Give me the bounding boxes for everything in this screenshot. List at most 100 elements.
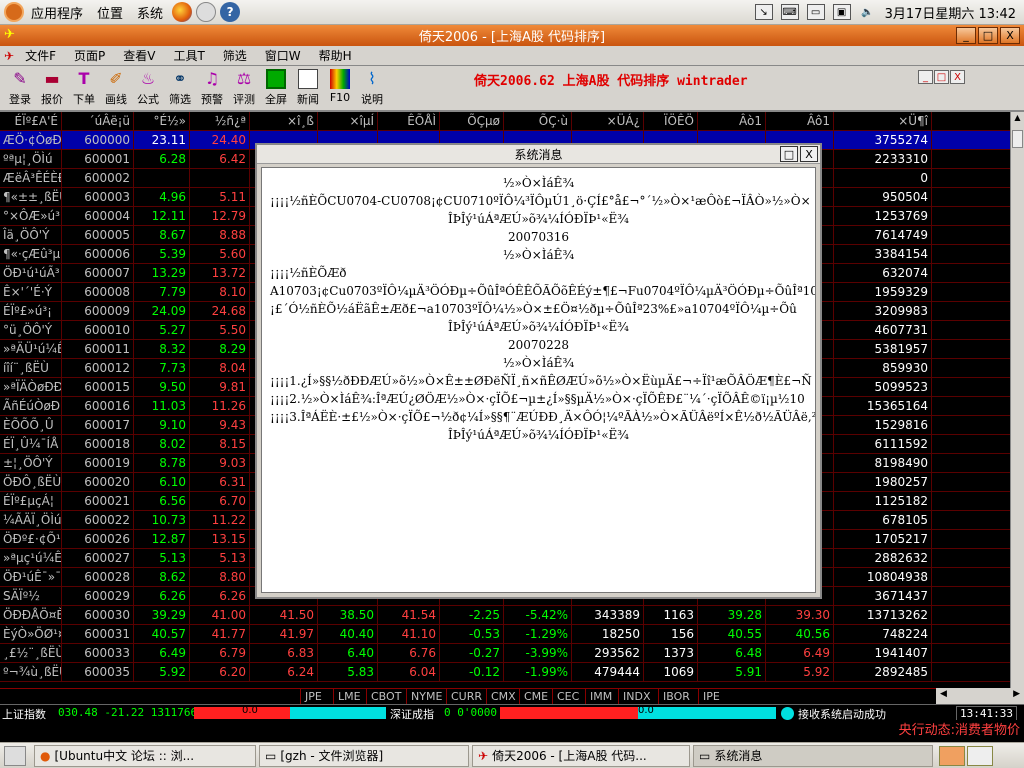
- mail-icon[interactable]: [196, 2, 217, 22]
- market-tab[interactable]: CMX: [486, 689, 520, 704]
- draw-line-button[interactable]: ✐ 画线: [100, 69, 132, 107]
- keyboard-icon[interactable]: ⌨: [780, 4, 799, 20]
- column-header[interactable]: ÊÕÅÌ: [378, 112, 440, 131]
- market-tab[interactable]: CEC: [552, 689, 583, 704]
- scroll-left-icon[interactable]: ◀: [940, 689, 947, 699]
- market-tab[interactable]: IPE: [698, 689, 724, 704]
- table-row[interactable]: º¬¾ù¸ßËÙ 600035 5.92 6.20 6.24 5.83 6.04 -0.12-…: [0, 663, 1010, 682]
- market-tab[interactable]: IBOR: [658, 689, 694, 704]
- market-tab[interactable]: IMM: [585, 689, 616, 704]
- market-tab[interactable]: CME: [519, 689, 552, 704]
- column-header[interactable]: ×îµÍ: [318, 112, 378, 131]
- column-header[interactable]: ×ÜÁ¿: [572, 112, 644, 131]
- column-header[interactable]: ÕÇµø: [440, 112, 504, 131]
- firefox-icon[interactable]: [172, 2, 193, 22]
- market-tab[interactable]: CURR: [446, 689, 486, 704]
- menu-applications[interactable]: 应用程序: [24, 3, 90, 22]
- column-header[interactable]: Âô1: [766, 112, 834, 131]
- vertical-scrollbar[interactable]: ▲: [1010, 112, 1024, 688]
- inner-maximize-button[interactable]: □: [934, 70, 949, 84]
- scroll-right-icon[interactable]: ▶: [1013, 689, 1020, 699]
- table-cell: 859930: [834, 359, 932, 378]
- market-tab[interactable]: CBOT: [366, 689, 405, 704]
- table-cell: 8.02: [134, 435, 190, 454]
- dialog-maximize-button[interactable]: □: [780, 146, 798, 162]
- volume-icon[interactable]: 🔈: [859, 4, 877, 20]
- menu-places[interactable]: 位置: [90, 3, 130, 22]
- task-system-message[interactable]: ▭ 系统消息: [693, 744, 933, 767]
- column-header[interactable]: ÉÏº£A'É: [0, 112, 62, 131]
- column-header[interactable]: ÏÖÊÖ: [644, 112, 698, 131]
- clock[interactable]: 3月17日星期六 13:42: [881, 3, 1024, 22]
- quote-button[interactable]: ▬ 报价: [36, 69, 68, 107]
- column-header[interactable]: °É½»: [134, 112, 190, 131]
- inner-minimize-button[interactable]: _: [918, 70, 933, 84]
- news-button[interactable]: 新闻: [292, 69, 324, 107]
- menu-help[interactable]: 帮助H: [310, 47, 361, 64]
- manual-button[interactable]: ⌇ 说明: [356, 69, 388, 107]
- menu-view[interactable]: 查看V: [114, 47, 164, 64]
- column-header[interactable]: ×Ü¶î: [834, 112, 932, 131]
- network-icon[interactable]: ↘: [754, 4, 773, 20]
- firefox-task-icon: ●: [40, 748, 51, 763]
- column-header[interactable]: ½ñ¿ª: [190, 112, 250, 131]
- ubuntu-logo-icon[interactable]: [4, 2, 24, 22]
- menu-file[interactable]: 文件F: [16, 47, 65, 64]
- alert-button[interactable]: ♫ 预警: [196, 69, 228, 107]
- table-cell: 40.56: [766, 625, 834, 644]
- printer-icon[interactable]: ▭: [806, 4, 825, 20]
- table-cell: 8.04: [190, 359, 250, 378]
- table-cell: 6.10: [134, 473, 190, 492]
- dialog-titlebar[interactable]: 系统消息 □ X: [257, 145, 820, 164]
- window-titlebar[interactable]: ✈ 倚天2006 - [上海A股 代码排序] _ □ X: [0, 25, 1024, 46]
- menu-filter[interactable]: 筛选: [214, 47, 256, 64]
- table-row[interactable]: ¸£½¨¸ßËÙ 600033 6.49 6.79 6.83 6.40 6.76 -0.27-…: [0, 644, 1010, 663]
- task-yitian[interactable]: ✈ 倚天2006 - [上海A股 代码...: [472, 744, 690, 767]
- horizontal-scrollbar[interactable]: ◀ ▶: [936, 688, 1024, 704]
- task-firefox[interactable]: ● [Ubuntu中文 论坛 :: 浏...: [34, 744, 256, 767]
- f10-button[interactable]: F10: [324, 69, 356, 104]
- formula-button[interactable]: ♨ 公式: [132, 69, 164, 107]
- market-tab[interactable]: JPE: [300, 689, 326, 704]
- task-file-browser[interactable]: ▭ [gzh - 文件浏览器]: [259, 744, 469, 767]
- table-cell: Îä¸ÖÔ'Ý: [0, 226, 62, 245]
- trash-icon[interactable]: [967, 745, 993, 766]
- fullscreen-button[interactable]: 全屏: [260, 69, 292, 107]
- dialog-message-body[interactable]: ½»Ò×ÌáÊ¾ ¡¡¡¡½ñÈÕCU0704-CU0708¡¢CU0710ºÏÔ…: [261, 167, 816, 593]
- table-row[interactable]: ÈýÒ»ÖØ¹¤ 600031 40.57 41.77 41.97 40.40 41.10-…: [0, 625, 1010, 644]
- show-desktop-icon[interactable]: [4, 745, 26, 766]
- scroll-up-icon[interactable]: ▲: [1012, 113, 1023, 127]
- order-button[interactable]: T 下单: [68, 69, 100, 107]
- column-header[interactable]: ×î¸ß: [250, 112, 318, 131]
- market-tab[interactable]: INDX: [618, 689, 654, 704]
- menu-window[interactable]: 窗口W: [256, 47, 310, 64]
- manual-icon: ⌇: [368, 69, 376, 88]
- workspace-switcher[interactable]: [939, 745, 965, 766]
- table-cell: -5.42%: [504, 606, 572, 625]
- login-button[interactable]: ✎ 登录: [4, 69, 36, 107]
- column-header[interactable]: ÕÇ·ù: [504, 112, 572, 131]
- scroll-thumb[interactable]: [1012, 130, 1023, 148]
- minimize-button[interactable]: _: [956, 27, 976, 44]
- dialog-line: ¡£´Ó½ñÈÕ½áËãÊ±Æð£¬a10703ºÏÔ¼½»Ò×±£Ö¤½ðµ÷…: [270, 302, 797, 316]
- login-icon: ✎: [13, 69, 27, 88]
- column-header[interactable]: Âò1: [698, 112, 766, 131]
- news-ticker[interactable]: 央行动态:消费者物价: [0, 720, 1024, 742]
- monitor-icon[interactable]: ▣: [832, 4, 851, 20]
- menu-system[interactable]: 系统: [130, 3, 170, 22]
- table-row[interactable]: ÖÐÐÅÖ¤È¯60003039.2941.0041.5038.5041.54-…: [0, 606, 1010, 625]
- table-cell: 6.49: [134, 644, 190, 663]
- inner-close-button[interactable]: X: [950, 70, 965, 84]
- evaluate-button[interactable]: ⚖ 评测: [228, 69, 260, 107]
- help-icon[interactable]: ?: [220, 2, 241, 22]
- menu-page[interactable]: 页面P: [65, 47, 114, 64]
- filter-button[interactable]: ⚭ 筛选: [164, 69, 196, 107]
- maximize-button[interactable]: □: [978, 27, 998, 44]
- dialog-close-button[interactable]: X: [800, 146, 818, 162]
- menu-tools[interactable]: 工具T: [164, 47, 213, 64]
- close-button[interactable]: X: [1000, 27, 1020, 44]
- market-tab[interactable]: LME: [333, 689, 365, 704]
- table-cell: ÖÐº£·¢Õ¹: [0, 530, 62, 549]
- market-tab[interactable]: NYME: [406, 689, 446, 704]
- column-header[interactable]: ´úÂë¡ü: [62, 112, 134, 131]
